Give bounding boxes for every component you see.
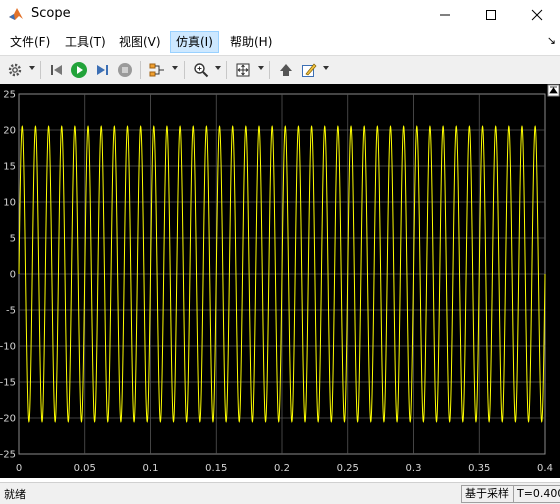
- y-tick-label: 5: [10, 234, 16, 245]
- y-tick-label: -5: [6, 306, 16, 317]
- toolbar-separator: [140, 61, 141, 79]
- maximize-icon: [486, 10, 496, 20]
- x-tick-label: 0.25: [337, 463, 359, 474]
- fit-to-view-button[interactable]: [232, 59, 254, 81]
- y-tick-label: 20: [3, 126, 16, 137]
- step-forward-icon: [97, 65, 108, 75]
- fit-to-view-icon: [236, 63, 250, 77]
- toolbar-separator: [226, 61, 227, 79]
- menu-help[interactable]: 帮助(H): [225, 32, 277, 52]
- settings-button[interactable]: [4, 59, 26, 81]
- sim-time-indicator: T=0.400: [513, 485, 560, 503]
- menu-tools[interactable]: 工具(T): [60, 32, 111, 52]
- x-tick-label: 0.35: [468, 463, 490, 474]
- maximize-button[interactable]: [468, 0, 514, 30]
- step-forward-button[interactable]: [91, 59, 113, 81]
- x-tick-label: 0.2: [274, 463, 290, 474]
- y-tick-label: -20: [0, 414, 16, 425]
- y-tick-label: -10: [0, 342, 16, 353]
- step-back-button[interactable]: [46, 59, 68, 81]
- signal-selector-button[interactable]: [146, 59, 168, 81]
- x-tick-label: 0.15: [205, 463, 227, 474]
- y-tick-label: 25: [3, 90, 16, 101]
- style-icon: [302, 63, 317, 77]
- toolbar-separator: [184, 61, 185, 79]
- stop-button[interactable]: [114, 59, 136, 81]
- close-icon: [531, 9, 543, 21]
- minimize-icon: [440, 14, 450, 16]
- sample-mode-indicator: 基于采样: [461, 485, 515, 503]
- run-icon: [71, 62, 87, 78]
- window-title: Scope: [31, 6, 71, 21]
- close-button[interactable]: [514, 0, 560, 30]
- zoom-dropdown-icon[interactable]: [215, 66, 221, 70]
- x-tick-label: 0.4: [537, 463, 553, 474]
- menu-bar: 文件(F) 工具(T) 视图(V) 仿真(I) 帮助(H) ↘: [0, 30, 560, 54]
- signal-selector-dropdown-icon[interactable]: [172, 66, 178, 70]
- signal-selector-icon: [149, 63, 164, 77]
- scope-plot[interactable]: 25 20 15 10 5 0 -5 -10 -15 -20 -25 0 0.05 0.1 0.15 0.2…: [0, 84, 560, 478]
- toolbar-separator: [269, 61, 270, 79]
- menu-simulation[interactable]: 仿真(I): [170, 31, 219, 53]
- settings-dropdown-icon[interactable]: [29, 66, 35, 70]
- y-tick-labels: 25 20 15 10 5 0 -5 -10 -15 -20 -25: [0, 90, 16, 461]
- highlight-block-button[interactable]: [275, 59, 297, 81]
- y-tick-label: 15: [3, 162, 16, 173]
- x-tick-labels: 0 0.05 0.1 0.15 0.2 0.25 0.3 0.35 0.4: [16, 463, 553, 474]
- y-tick-label: -15: [0, 378, 16, 389]
- menu-view[interactable]: 视图(V): [114, 32, 166, 52]
- y-tick-label: 0: [10, 270, 16, 281]
- toolbar-separator: [40, 61, 41, 79]
- settings-icon: [8, 63, 22, 77]
- stop-icon: [118, 63, 132, 77]
- scope-display[interactable]: 25 20 15 10 5 0 -5 -10 -15 -20 -25 0 0.05 0.1 0.15 0.2…: [0, 84, 560, 478]
- status-bar: 就绪 基于采样 T=0.400: [0, 482, 560, 504]
- style-button[interactable]: [298, 59, 320, 81]
- x-tick-label: 0: [16, 463, 22, 474]
- zoom-icon: [194, 63, 209, 78]
- y-tick-label: 10: [3, 198, 16, 209]
- zoom-button[interactable]: [190, 59, 212, 81]
- title-bar: Scope: [0, 0, 560, 30]
- matlab-logo-icon: [9, 8, 23, 20]
- x-tick-label: 0.1: [143, 463, 159, 474]
- y-tick-label: -25: [0, 450, 16, 461]
- step-back-icon: [51, 65, 62, 75]
- toolbar: [0, 55, 560, 85]
- x-tick-label: 0.3: [406, 463, 422, 474]
- undock-corner-icon[interactable]: ↘: [547, 34, 556, 47]
- minimize-button[interactable]: [422, 0, 468, 30]
- fit-to-view-dropdown-icon[interactable]: [258, 66, 264, 70]
- expand-axes-button[interactable]: [547, 84, 560, 97]
- menu-file[interactable]: 文件(F): [5, 32, 55, 52]
- run-button[interactable]: [68, 59, 90, 81]
- x-tick-label: 0.05: [74, 463, 96, 474]
- status-text: 就绪: [4, 488, 26, 501]
- style-dropdown-icon[interactable]: [323, 66, 329, 70]
- highlight-block-icon: [280, 64, 292, 76]
